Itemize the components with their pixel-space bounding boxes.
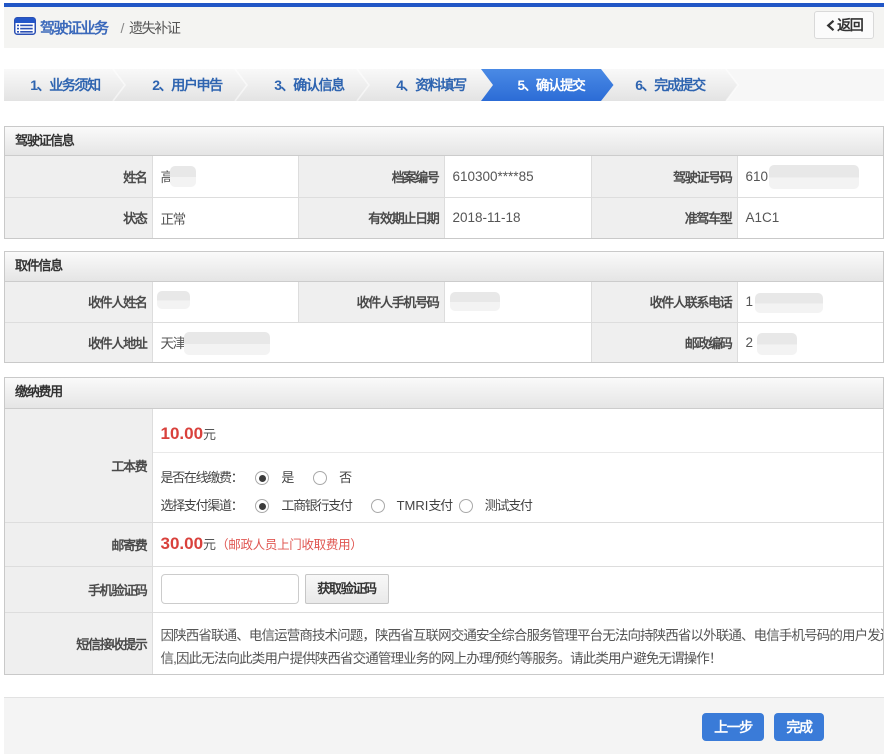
- svg-text:1、业务须知: 1、业务须知: [30, 77, 100, 93]
- svg-text:5、确认提交: 5、确认提交: [518, 77, 587, 93]
- svg-text:3、确认信息: 3、确认信息: [274, 77, 345, 93]
- svg-text:6、完成提交: 6、完成提交: [635, 77, 706, 93]
- svg-text:2、用户申告: 2、用户申告: [152, 77, 223, 93]
- svg-text:4、资料填写: 4、资料填写: [396, 77, 467, 93]
